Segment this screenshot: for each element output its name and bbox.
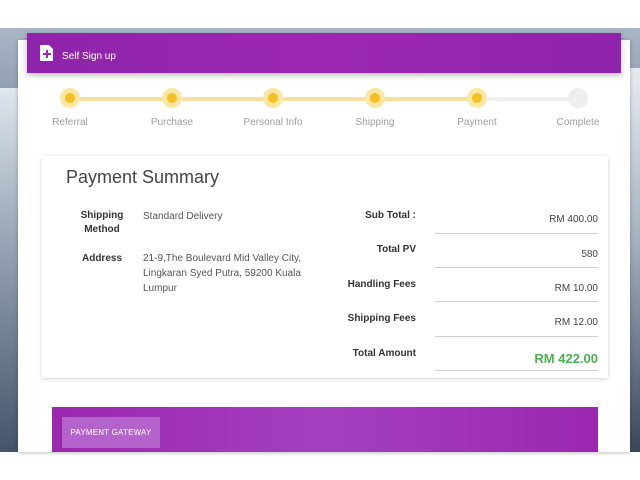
handling-fees-value: RM 10.00 [554, 283, 598, 294]
address-value: 21-9,The Boulevard Mid Valley City, Ling… [143, 251, 313, 296]
step-label: Referral [52, 117, 88, 128]
address-line: Lingkaran Syed Putra, 59200 Kuala [143, 268, 301, 279]
shipping-fees-value: RM 12.00 [554, 317, 598, 328]
total-amount-value: RM 422.00 [534, 351, 598, 366]
address-line: Lumpur [143, 283, 177, 294]
shipping-method-value: Standard Delivery [143, 211, 223, 222]
divider [435, 233, 598, 234]
shipping-method-label: Shipping Method [80, 210, 124, 235]
step-purchase: Purchase [127, 88, 217, 128]
divider [435, 301, 598, 302]
divider [435, 370, 598, 371]
step-label: Complete [556, 117, 600, 128]
step-dot [60, 88, 80, 108]
step-dot [263, 88, 283, 108]
page-title: Self Sign up [62, 50, 116, 62]
step-shipping: Shipping [330, 88, 420, 128]
step-label: Purchase [150, 117, 194, 128]
summary-title: Payment Summary [66, 167, 220, 187]
progress-stepper: Referral Purchase Personal Info Shipping… [0, 88, 640, 138]
add-document-icon [40, 45, 54, 61]
step-label: Payment [457, 117, 497, 128]
step-dot [467, 88, 487, 108]
shipping-fees-label: Shipping Fees [347, 313, 416, 324]
step-referral: Referral [25, 88, 115, 128]
step-label: Shipping [355, 117, 395, 128]
step-dot [162, 88, 182, 108]
payment-summary-card: Payment Summary Shipping Method Standard… [42, 156, 608, 378]
payment-gateway-button[interactable]: PAYMENT GATEWAY [62, 417, 160, 448]
subtotal-label: Sub Total : [365, 210, 416, 221]
handling-fees-label: Handling Fees [347, 279, 416, 290]
step-dot [568, 88, 588, 108]
step-payment: Payment [432, 88, 522, 128]
page-header: Self Sign up [27, 33, 621, 73]
step-label: Personal Info [243, 117, 303, 128]
address-label: Address [81, 253, 122, 264]
payment-gateway-panel: PAYMENT GATEWAY [52, 407, 598, 452]
step-complete: Complete [533, 88, 623, 128]
step-personal-info: Personal Info [228, 88, 318, 128]
divider [435, 336, 598, 337]
total-pv-label: Total PV [376, 244, 416, 255]
step-dot [365, 88, 385, 108]
total-pv-value: 580 [581, 249, 598, 260]
address-line: 21-9,The Boulevard Mid Valley City, [143, 253, 302, 264]
total-amount-label: Total Amount [352, 348, 416, 359]
subtotal-value: RM 400.00 [549, 214, 598, 225]
divider [435, 267, 598, 268]
